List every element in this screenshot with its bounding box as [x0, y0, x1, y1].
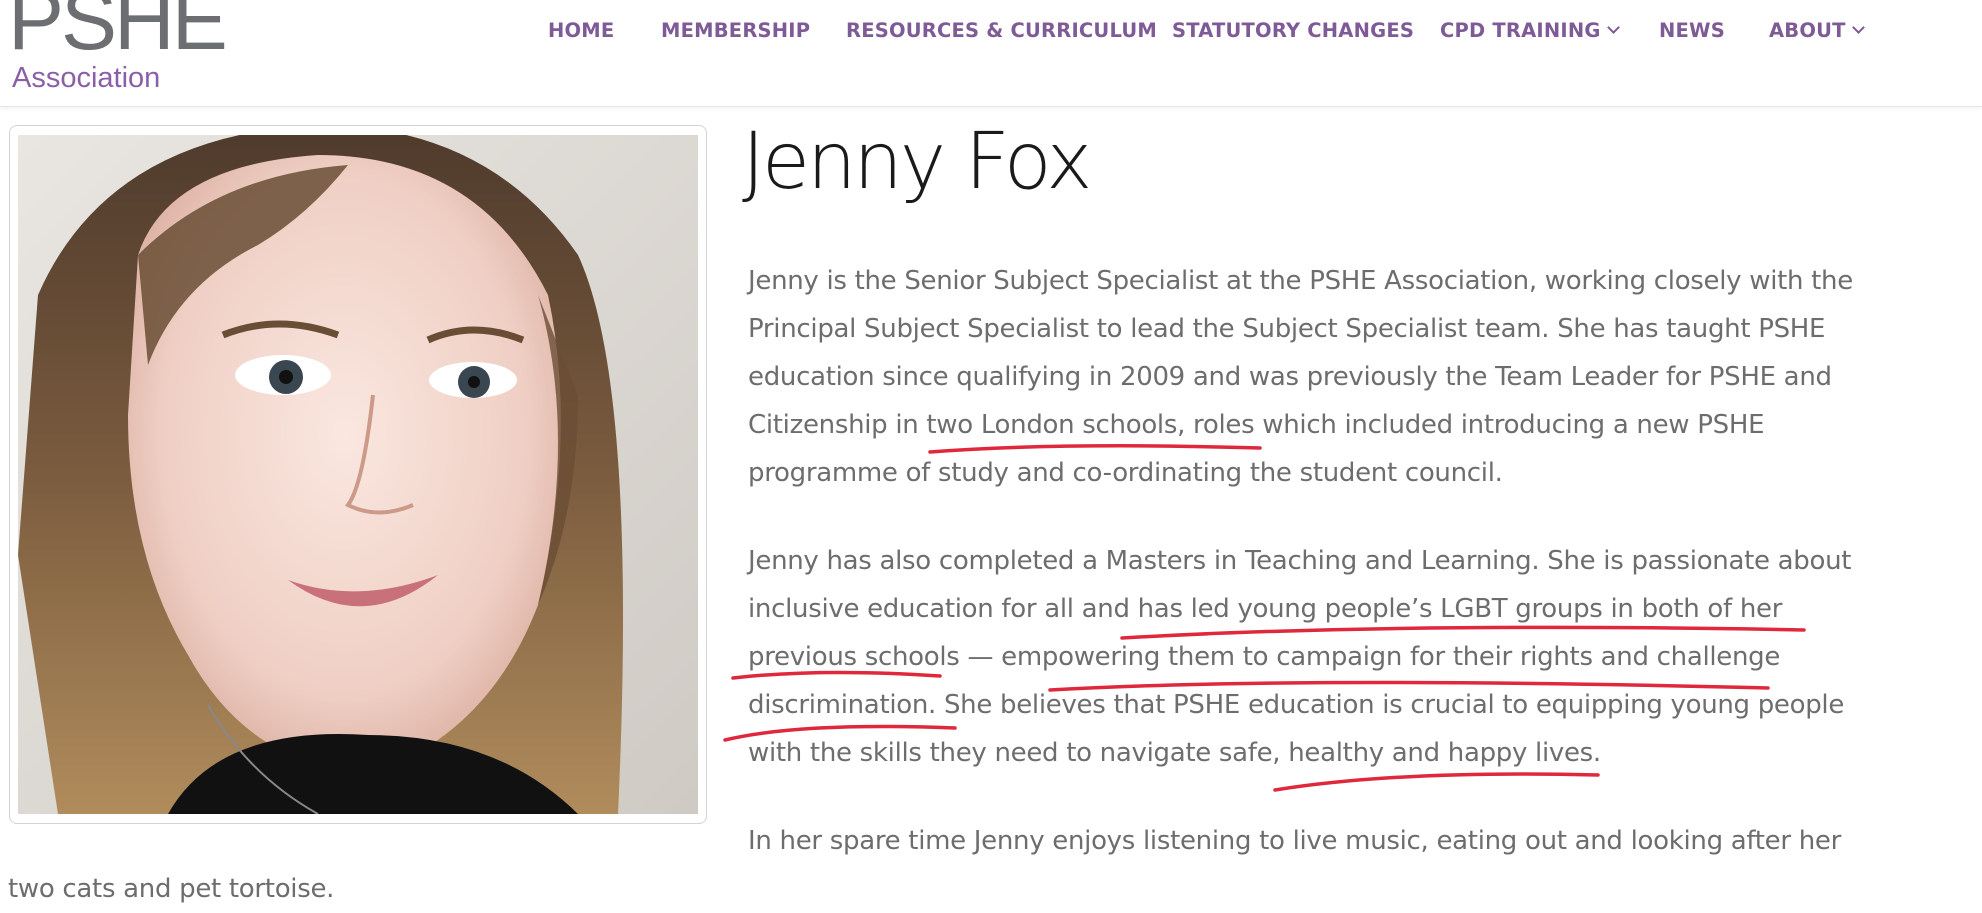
- nav-statutory-label: STATUTORY CHANGES: [1172, 19, 1415, 42]
- bio-line: discrimination. She believes that PSHE e…: [748, 690, 1845, 720]
- bio-line: In her spare time Jenny enjoys listening…: [748, 826, 1841, 856]
- nav-resources-label: RESOURCES & CURRICULUM: [846, 19, 1158, 42]
- bio-paragraph-2: Jenny has also completed a Masters in Te…: [748, 537, 1878, 777]
- chevron-down-icon: [1851, 21, 1865, 34]
- nav-about-label: ABOUT: [1769, 19, 1846, 42]
- portrait-photo-icon: [18, 135, 698, 814]
- bio-line: education since qualifying in 2009 and w…: [748, 362, 1832, 392]
- nav-membership-label: MEMBERSHIP: [661, 19, 811, 42]
- pshe-logo[interactable]: PSHE Association: [8, 0, 228, 100]
- bio-line: with the skills they need to navigate sa…: [748, 738, 1601, 768]
- chevron-down-icon: [1606, 21, 1620, 34]
- nav-cpd-training[interactable]: CPD TRAINING: [1440, 19, 1620, 42]
- profile-name: Jenny Fox: [742, 117, 1092, 207]
- logo-wordmark: PSHE: [8, 0, 228, 67]
- bio-paragraph-3: In her spare time Jenny enjoys listening…: [748, 817, 1878, 865]
- nav-cpd-label: CPD TRAINING: [1440, 19, 1601, 42]
- nav-home-label: HOME: [548, 19, 615, 42]
- site-header: PSHE Association HOME MEMBERSHIP RESOURC…: [0, 0, 1982, 107]
- profile-photo: [9, 125, 707, 824]
- nav-membership[interactable]: MEMBERSHIP: [661, 19, 810, 42]
- bio-line: two cats and pet tortoise.: [8, 874, 335, 904]
- bio-line: previous schools — empowering them to ca…: [748, 642, 1781, 672]
- bio-line: inclusive education for all and has led …: [748, 594, 1783, 624]
- nav-about[interactable]: ABOUT: [1769, 19, 1865, 42]
- bio-paragraph-1: Jenny is the Senior Subject Specialist a…: [748, 257, 1878, 497]
- bio-line: Principal Subject Specialist to lead the…: [748, 314, 1826, 344]
- bio-line: Jenny is the Senior Subject Specialist a…: [748, 266, 1853, 296]
- logo-subtitle: Association: [12, 62, 161, 94]
- bio-line: Citizenship in two London schools, roles…: [748, 410, 1765, 440]
- nav-statutory-changes[interactable]: STATUTORY CHANGES: [1172, 19, 1414, 42]
- nav-news[interactable]: NEWS: [1659, 19, 1725, 42]
- nav-news-label: NEWS: [1659, 19, 1725, 42]
- bio-line: programme of study and co-ordinating the…: [748, 458, 1503, 488]
- nav-resources-curriculum[interactable]: RESOURCES & CURRICULUM: [846, 19, 1157, 42]
- nav-home[interactable]: HOME: [548, 19, 614, 42]
- bio-line: Jenny has also completed a Masters in Te…: [748, 546, 1852, 576]
